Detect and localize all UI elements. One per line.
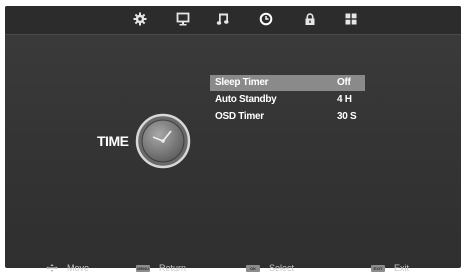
menu-item-osd-timer[interactable]: OSD Timer 30 S xyxy=(210,109,365,125)
menu-item-auto-standby[interactable]: Auto Standby 4 H xyxy=(210,92,365,108)
move-arrows-icon xyxy=(46,264,58,272)
lock-icon xyxy=(305,13,315,25)
hint-select: OK Select xyxy=(246,263,294,273)
hint-move: Move xyxy=(46,263,89,273)
menu-item-label: OSD Timer xyxy=(215,111,264,122)
clock-icon xyxy=(259,12,273,26)
hint-return-label: Return xyxy=(159,263,187,273)
menu-item-sleep-timer[interactable]: Sleep Timer Off xyxy=(210,75,365,91)
hint-exit: EXIT Exit xyxy=(371,263,409,273)
monitor-icon xyxy=(176,12,190,26)
ok-key-icon: OK xyxy=(246,264,260,272)
hint-return: MENU Return xyxy=(136,263,186,273)
page-title: TIME xyxy=(97,133,129,149)
menu-item-value: 30 S xyxy=(337,111,357,122)
menu-item-value: Off xyxy=(337,77,351,88)
hint-move-label: Move xyxy=(67,263,90,273)
music-note-icon xyxy=(216,13,229,25)
tab-sound[interactable] xyxy=(213,9,233,29)
clock-large-icon xyxy=(135,113,191,169)
menu-tab-bar xyxy=(5,6,461,34)
hint-exit-label: Exit xyxy=(394,263,410,273)
tab-time[interactable] xyxy=(256,9,276,29)
hint-select-label: Select xyxy=(269,263,295,273)
tab-screen[interactable] xyxy=(173,9,193,29)
menu-key-icon: MENU xyxy=(136,264,150,272)
tv-osd-screen: TIME Sleep Timer Off Auto Standby 4 H OS… xyxy=(5,6,461,268)
tab-lock[interactable] xyxy=(300,9,320,29)
tab-picture[interactable] xyxy=(130,9,150,29)
gear-icon xyxy=(133,12,147,26)
menu-item-value: 4 H xyxy=(337,94,352,105)
divider xyxy=(5,34,461,35)
tab-setup[interactable] xyxy=(341,9,361,29)
exit-key-icon: EXIT xyxy=(371,264,385,272)
menu-item-label: Auto Standby xyxy=(215,94,277,105)
menu-item-label: Sleep Timer xyxy=(215,77,269,88)
grid-icon xyxy=(345,13,357,25)
